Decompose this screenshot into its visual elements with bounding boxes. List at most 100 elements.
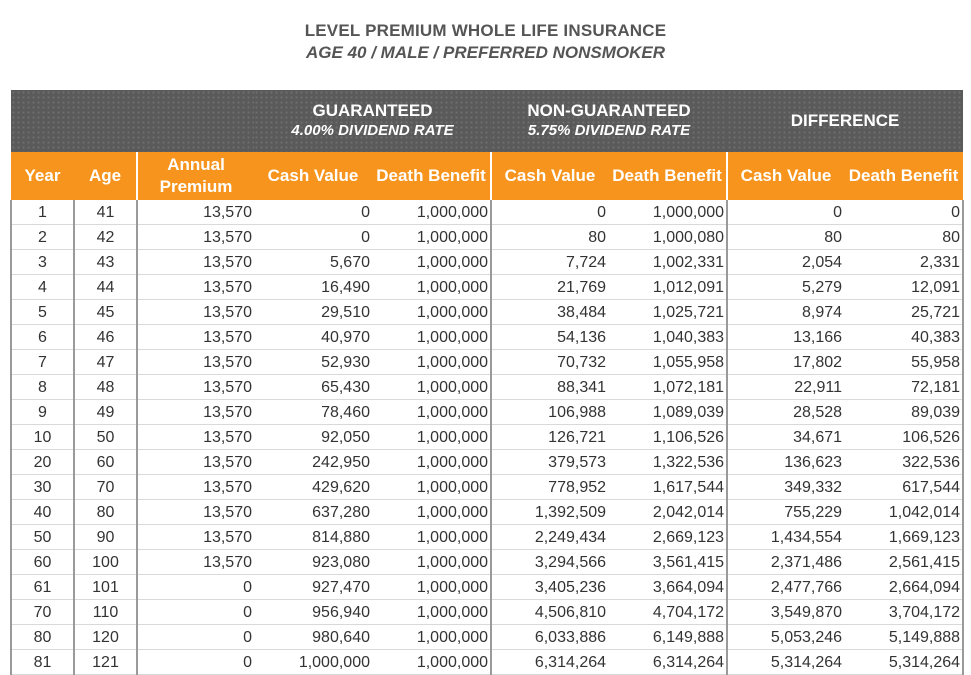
table-row: 80 120 0 980,640 1,000,000 6,033,886 6,149,888… bbox=[10, 624, 965, 650]
difference-cash-value-cell: 349,332 bbox=[726, 474, 845, 500]
non-guaranteed-cash-value-cell: 1,392,509 bbox=[490, 499, 609, 525]
guaranteed-cash-value-cell: 927,470 bbox=[254, 574, 372, 600]
guaranteed-cash-value-cell: 980,640 bbox=[254, 624, 372, 650]
table-row: 81 121 0 1,000,000 1,000,000 6,314,264 6,314,2… bbox=[10, 649, 965, 675]
table-row: 50 90 13,570 814,880 1,000,000 2,249,434 2,669… bbox=[10, 524, 965, 550]
non-guaranteed-cash-value-cell: 21,769 bbox=[490, 274, 609, 300]
column-header: Death Benefit bbox=[608, 152, 728, 200]
non-guaranteed-death-benefit-cell: 1,617,544 bbox=[608, 474, 728, 500]
premium-cell: 13,570 bbox=[136, 474, 254, 500]
difference-death-benefit-cell: 0 bbox=[844, 200, 965, 225]
guaranteed-cash-value-cell: 29,510 bbox=[254, 299, 372, 325]
difference-cash-value-cell: 28,528 bbox=[726, 399, 845, 425]
age-cell: 70 bbox=[73, 474, 137, 500]
difference-death-benefit-cell: 80 bbox=[844, 224, 965, 250]
year-cell: 40 bbox=[10, 499, 75, 525]
table-row: 8 48 13,570 65,430 1,000,000 88,341 1,072,181 2… bbox=[10, 374, 965, 400]
column-header: Death Benefit bbox=[372, 152, 492, 200]
year-cell: 6 bbox=[10, 324, 75, 350]
guaranteed-cash-value-cell: 637,280 bbox=[254, 499, 372, 525]
premium-cell: 13,570 bbox=[136, 499, 254, 525]
premium-cell: 13,570 bbox=[136, 424, 254, 450]
non-guaranteed-death-benefit-cell: 6,314,264 bbox=[608, 649, 728, 675]
non-guaranteed-cash-value-cell: 6,314,264 bbox=[490, 649, 609, 675]
non-guaranteed-death-benefit-cell: 4,704,172 bbox=[608, 599, 728, 625]
guaranteed-death-benefit-cell: 1,000,000 bbox=[372, 499, 492, 525]
premium-cell: 0 bbox=[136, 624, 254, 650]
non-guaranteed-death-benefit-cell: 1,055,958 bbox=[608, 349, 728, 375]
non-guaranteed-death-benefit-cell: 1,025,721 bbox=[608, 299, 728, 325]
guaranteed-death-benefit-cell: 1,000,000 bbox=[372, 474, 492, 500]
difference-cash-value-cell: 2,371,486 bbox=[726, 549, 845, 575]
table-row: 4 44 13,570 16,490 1,000,000 21,769 1,012,091 5… bbox=[10, 274, 965, 300]
age-cell: 100 bbox=[73, 549, 137, 575]
table-row: 20 60 13,570 242,950 1,000,000 379,573 1,322,5… bbox=[10, 449, 965, 475]
difference-death-benefit-cell: 55,958 bbox=[844, 349, 965, 375]
non-guaranteed-death-benefit-cell: 1,089,039 bbox=[608, 399, 728, 425]
difference-death-benefit-cell: 12,091 bbox=[844, 274, 965, 300]
difference-cash-value-cell: 5,314,264 bbox=[726, 649, 845, 675]
difference-cash-value-cell: 2,477,766 bbox=[726, 574, 845, 600]
non-guaranteed-death-benefit-cell: 3,561,415 bbox=[608, 549, 728, 575]
non-guaranteed-death-benefit-cell: 1,000,080 bbox=[608, 224, 728, 250]
premium-cell: 13,570 bbox=[136, 324, 254, 350]
age-cell: 44 bbox=[73, 274, 137, 300]
difference-death-benefit-cell: 1,042,014 bbox=[844, 499, 965, 525]
guaranteed-cash-value-cell: 814,880 bbox=[254, 524, 372, 550]
guaranteed-cash-value-cell: 5,670 bbox=[254, 249, 372, 275]
difference-cash-value-cell: 1,434,554 bbox=[726, 524, 845, 550]
illustration-table: GUARANTEED 4.00% DIVIDEND RATE NON-GUARA… bbox=[10, 90, 965, 675]
difference-cash-value-cell: 5,053,246 bbox=[726, 624, 845, 650]
guaranteed-death-benefit-cell: 1,000,000 bbox=[372, 449, 492, 475]
age-cell: 121 bbox=[73, 649, 137, 675]
non-guaranteed-death-benefit-cell: 1,000,000 bbox=[608, 200, 728, 225]
difference-cash-value-cell: 22,911 bbox=[726, 374, 845, 400]
non-guaranteed-cash-value-cell: 88,341 bbox=[490, 374, 609, 400]
guaranteed-death-benefit-cell: 1,000,000 bbox=[372, 574, 492, 600]
guaranteed-death-benefit-cell: 1,000,000 bbox=[372, 299, 492, 325]
year-cell: 70 bbox=[10, 599, 75, 625]
guaranteed-death-benefit-cell: 1,000,000 bbox=[372, 524, 492, 550]
premium-cell: 0 bbox=[136, 574, 254, 600]
difference-cash-value-cell: 13,166 bbox=[726, 324, 845, 350]
premium-cell: 13,570 bbox=[136, 449, 254, 475]
group-name-non-guaranteed: NON-GUARANTEED bbox=[527, 101, 691, 120]
difference-death-benefit-cell: 5,314,264 bbox=[844, 649, 965, 675]
difference-death-benefit-cell: 5,149,888 bbox=[844, 624, 965, 650]
non-guaranteed-cash-value-cell: 80 bbox=[490, 224, 609, 250]
age-cell: 45 bbox=[73, 299, 137, 325]
year-cell: 30 bbox=[10, 474, 75, 500]
guaranteed-cash-value-cell: 52,930 bbox=[254, 349, 372, 375]
guaranteed-death-benefit-cell: 1,000,000 bbox=[372, 549, 492, 575]
premium-cell: 13,570 bbox=[136, 299, 254, 325]
table-row: 2 42 13,570 0 1,000,000 80 1,000,080 80 80 bbox=[10, 224, 965, 250]
age-cell: 120 bbox=[73, 624, 137, 650]
non-guaranteed-death-benefit-cell: 1,002,331 bbox=[608, 249, 728, 275]
premium-cell: 13,570 bbox=[136, 224, 254, 250]
guaranteed-cash-value-cell: 92,050 bbox=[254, 424, 372, 450]
difference-death-benefit-cell: 106,526 bbox=[844, 424, 965, 450]
guaranteed-cash-value-cell: 65,430 bbox=[254, 374, 372, 400]
column-header-row: Year Age Annual Premium Cash Value Death… bbox=[11, 152, 964, 200]
age-cell: 43 bbox=[73, 249, 137, 275]
year-cell: 2 bbox=[10, 224, 75, 250]
premium-cell: 13,570 bbox=[136, 549, 254, 575]
column-header: Year bbox=[11, 152, 74, 200]
year-cell: 20 bbox=[10, 449, 75, 475]
age-cell: 60 bbox=[73, 449, 137, 475]
difference-death-benefit-cell: 1,669,123 bbox=[844, 524, 965, 550]
guaranteed-cash-value-cell: 16,490 bbox=[254, 274, 372, 300]
guaranteed-death-benefit-cell: 1,000,000 bbox=[372, 249, 492, 275]
age-cell: 47 bbox=[73, 349, 137, 375]
non-guaranteed-cash-value-cell: 126,721 bbox=[490, 424, 609, 450]
non-guaranteed-death-benefit-cell: 1,322,536 bbox=[608, 449, 728, 475]
group-name-guaranteed: GUARANTEED bbox=[312, 101, 433, 120]
guaranteed-death-benefit-cell: 1,000,000 bbox=[372, 599, 492, 625]
non-guaranteed-death-benefit-cell: 3,664,094 bbox=[608, 574, 728, 600]
group-rate-non-guaranteed: 5.75% DIVIDEND RATE bbox=[527, 122, 691, 139]
page-title: LEVEL PREMIUM WHOLE LIFE INSURANCE bbox=[304, 21, 667, 40]
year-cell: 50 bbox=[10, 524, 75, 550]
guaranteed-death-benefit-cell: 1,000,000 bbox=[372, 349, 492, 375]
premium-cell: 13,570 bbox=[136, 399, 254, 425]
non-guaranteed-cash-value-cell: 0 bbox=[490, 200, 609, 225]
